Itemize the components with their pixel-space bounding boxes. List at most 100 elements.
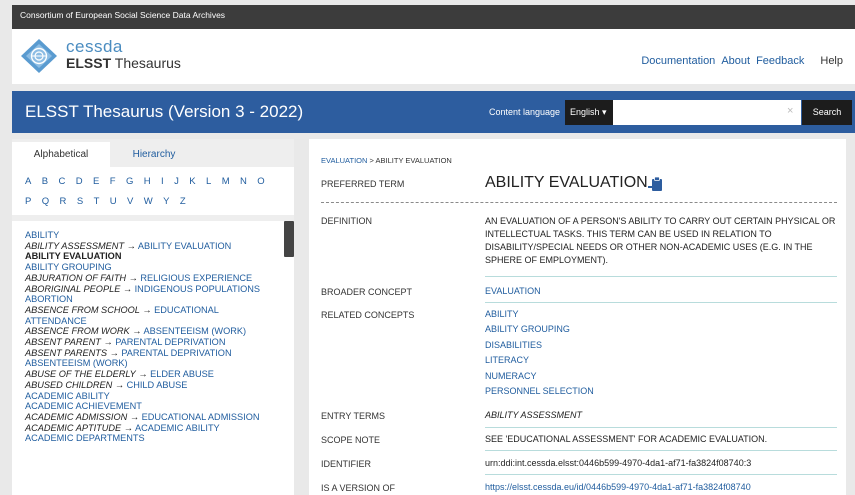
letter-l[interactable]: L: [206, 176, 212, 196]
arrow-right-icon: →: [124, 240, 138, 251]
breadcrumb-separator: >: [367, 156, 376, 165]
letter-a[interactable]: A: [25, 176, 32, 196]
related-concepts-list: ABILITY ABILITY GROUPING DISABILITIES LITER…: [485, 307, 837, 399]
term-entry-item[interactable]: ABUSE OF THE ELDERLY → ELDER ABUSE: [25, 369, 281, 380]
nav-help[interactable]: Help: [820, 55, 843, 67]
logo-cessda: cessda: [66, 37, 123, 56]
arrow-right-icon: →: [100, 337, 116, 348]
nav-feedback[interactable]: Feedback: [756, 55, 804, 67]
nav-documentation[interactable]: Documentation: [641, 55, 715, 67]
letter-k[interactable]: K: [189, 176, 196, 196]
term-entry-item[interactable]: ACADEMIC APTITUDE → ACADEMIC ABILITY: [25, 423, 281, 434]
term-list-scrollbar[interactable]: [284, 221, 294, 257]
definition-text: AN EVALUATION OF A PERSON'S ABILITY TO C…: [485, 216, 836, 265]
term-label: ACADEMIC DEPARTMENTS: [25, 433, 145, 444]
term-item[interactable]: ACADEMIC DEPARTMENTS: [25, 433, 281, 444]
arrow-right-icon: →: [121, 422, 135, 433]
letter-b[interactable]: B: [42, 176, 49, 196]
related-concept-link[interactable]: ABILITY GROUPING: [485, 322, 837, 337]
term-item[interactable]: ABILITY: [25, 230, 281, 241]
sidebar: Alphabetical Hierarchy ABCDEFGHIJKLMNO P…: [12, 139, 294, 495]
letter-s[interactable]: S: [77, 196, 84, 216]
term-item[interactable]: ACADEMIC ABILITY: [25, 391, 281, 402]
identifier-value: urn:ddi:int.cessda.elsst:0446b599-4970-4…: [485, 458, 752, 468]
related-concept-link[interactable]: DISABILITIES: [485, 338, 837, 353]
broader-concept-link[interactable]: EVALUATION: [485, 285, 837, 298]
tab-hierarchy[interactable]: Hierarchy: [114, 142, 194, 160]
term-label: ABSENTEEISM (WORK): [143, 326, 247, 337]
letter-t[interactable]: T: [94, 196, 100, 216]
term-item[interactable]: ACADEMIC ACHIEVEMENT: [25, 401, 281, 412]
letter-d[interactable]: D: [76, 176, 83, 196]
breadcrumb: EVALUATION > ABILITY EVALUATION: [321, 156, 452, 165]
term-item[interactable]: ABILITY GROUPING: [25, 262, 281, 273]
letter-n[interactable]: N: [240, 176, 247, 196]
letter-u[interactable]: U: [110, 196, 117, 216]
cessda-logo-icon[interactable]: [20, 38, 58, 74]
row-divider: [485, 474, 837, 475]
term-label: ABSENTEEISM (WORK): [25, 358, 128, 369]
arrow-right-icon: →: [112, 379, 127, 390]
letter-p[interactable]: P: [25, 196, 32, 216]
entry-terms-label: ENTRY TERMS: [321, 411, 386, 421]
arrow-right-icon: →: [139, 304, 155, 315]
term-entry-item[interactable]: ACADEMIC ADMISSION → EDUCATIONAL ADMISSI…: [25, 412, 281, 423]
letter-h[interactable]: H: [144, 176, 151, 196]
term-entry-item[interactable]: ABILITY ASSESSMENT → ABILITY EVALUATION: [25, 241, 281, 252]
letter-c[interactable]: C: [59, 176, 66, 196]
letter-y[interactable]: Y: [163, 196, 170, 216]
related-concept-link[interactable]: PERSONNEL SELECTION: [485, 384, 837, 399]
page-title[interactable]: ELSST Thesaurus (Version 3 - 2022): [25, 102, 303, 122]
search-input[interactable]: [613, 100, 801, 125]
letter-i[interactable]: I: [161, 176, 164, 196]
term-entry-item[interactable]: ABUSED CHILDREN → CHILD ABUSE: [25, 380, 281, 391]
language-dropdown[interactable]: English ▾: [565, 100, 613, 125]
entry-term: ACADEMIC ADMISSION: [25, 411, 128, 422]
term-entry-item[interactable]: ABSENT PARENT → PARENTAL DEPRIVATION: [25, 337, 281, 348]
term-label: ACADEMIC ABILITY: [25, 390, 110, 401]
letter-q[interactable]: Q: [42, 196, 50, 216]
nav-about[interactable]: About: [721, 55, 750, 67]
letter-z[interactable]: Z: [180, 196, 186, 216]
term-entry-item[interactable]: ABJURATION OF FAITH → RELIGIOUS EXPERIEN…: [25, 273, 281, 284]
term-label: INDIGENOUS POPULATIONS: [134, 283, 261, 294]
letter-f[interactable]: F: [110, 176, 116, 196]
related-concept-link[interactable]: LITERACY: [485, 353, 837, 368]
term-item[interactable]: ABORTION: [25, 294, 281, 305]
version-of-link[interactable]: https://elsst.cessda.eu/id/0446b599-4970…: [485, 481, 837, 494]
related-concept-link[interactable]: ABILITY: [485, 307, 837, 322]
term-label: PARENTAL DEPRIVATION: [115, 337, 226, 348]
language-selected: English: [570, 107, 600, 117]
entry-term: ABSENCE FROM WORK: [25, 326, 130, 337]
broader-concept-label: BROADER CONCEPT: [321, 287, 413, 297]
term-entry-item[interactable]: ABSENT PARENTS → PARENTAL DEPRIVATION: [25, 348, 281, 359]
letter-r[interactable]: R: [60, 196, 67, 216]
term-entry-item[interactable]: ABSENCE FROM SCHOOL → EDUCATIONAL ATTEND…: [25, 305, 273, 326]
logo-text[interactable]: cessda ELSST Thesaurus: [66, 38, 181, 70]
breadcrumb-parent[interactable]: EVALUATION: [321, 156, 367, 165]
letter-w[interactable]: W: [144, 196, 153, 216]
clear-search-icon[interactable]: ×: [787, 105, 793, 117]
search-button[interactable]: Search: [802, 100, 852, 125]
letter-j[interactable]: J: [174, 176, 179, 196]
related-concepts-label: RELATED CONCEPTS: [321, 310, 415, 320]
letter-v[interactable]: V: [127, 196, 134, 216]
term-entry-item[interactable]: ABSENCE FROM WORK → ABSENTEEISM (WORK): [25, 326, 281, 337]
letter-m[interactable]: M: [222, 176, 230, 196]
scope-note-label: SCOPE NOTE: [321, 435, 381, 445]
related-concept-link[interactable]: NUMERACY: [485, 369, 837, 384]
title-search-bar: ELSST Thesaurus (Version 3 - 2022) Conte…: [12, 91, 855, 133]
letter-e[interactable]: E: [93, 176, 100, 196]
term-entry-item[interactable]: ABORIGINAL PEOPLE → INDIGENOUS POPULATIO…: [25, 284, 281, 295]
letter-g[interactable]: G: [126, 176, 134, 196]
term-label: ELDER ABUSE: [150, 369, 214, 380]
tab-alphabetical[interactable]: Alphabetical: [12, 142, 110, 167]
entry-term: ABJURATION OF FAITH: [25, 272, 127, 283]
letter-o[interactable]: O: [257, 176, 265, 196]
term-item[interactable]: ABSENTEEISM (WORK): [25, 358, 281, 369]
entry-term: ABSENT PARENTS: [25, 347, 108, 358]
version-of-label: IS A VERSION OF: [321, 483, 396, 493]
clipboard-icon[interactable]: [647, 175, 665, 193]
arrow-right-icon: →: [135, 369, 151, 380]
arrow-right-icon: →: [127, 411, 142, 422]
